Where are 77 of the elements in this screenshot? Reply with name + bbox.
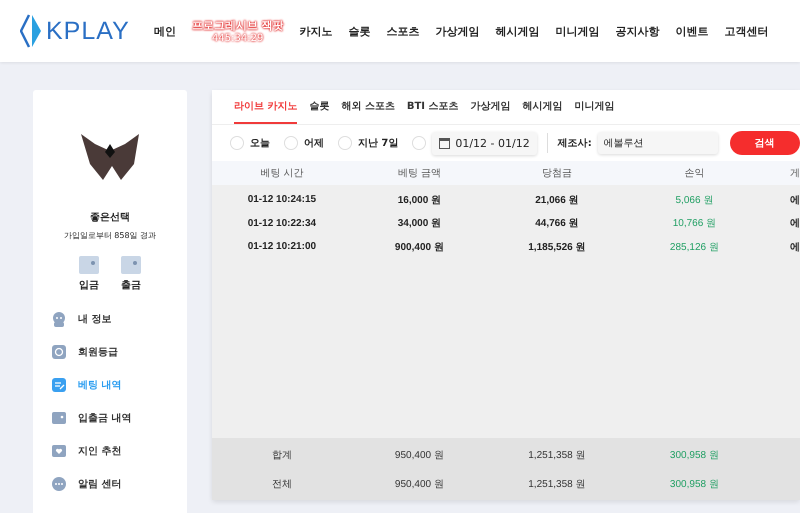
tab[interactable]: 헤시게임 <box>522 90 563 124</box>
calendar-icon <box>439 137 450 149</box>
table-cell-text: 5,066 원 <box>674 194 714 208</box>
total-cell-text: 합계 <box>270 448 293 462</box>
sidebar-item[interactable]: 알림 센터 <box>78 477 122 491</box>
nav-link[interactable]: 미니게임 <box>548 24 608 38</box>
tab[interactable]: 가상게임 <box>470 90 511 124</box>
table-cell-text: 34,000 원 <box>396 217 442 232</box>
column-header: 게 <box>762 161 800 185</box>
nav-link[interactable]: 스포츠 <box>378 24 428 38</box>
username: 좋은선택 <box>90 211 130 224</box>
radio-label: 지난 7일 <box>358 137 398 150</box>
radio-button[interactable] <box>338 136 352 150</box>
column-header: 베팅 금액 <box>352 161 487 185</box>
table-cell-text: 16,000 원 <box>396 194 442 208</box>
note-icon <box>50 376 68 394</box>
table-cell-text: 01-12 10:24:15 <box>246 193 318 208</box>
nav-link[interactable]: 슬롯 <box>340 24 379 38</box>
column-header: 베팅 시간 <box>212 161 352 185</box>
total-cell-text: 950,400 원 <box>394 478 445 492</box>
tab[interactable]: 미니게임 <box>574 90 615 124</box>
maker-label: 제조사: <box>558 137 592 150</box>
sidebar-item[interactable]: 회원등급 <box>78 345 118 359</box>
nav-link[interactable]: 공지사항 <box>608 24 668 38</box>
user-icon <box>50 310 68 328</box>
radio-label: 오늘 <box>250 137 270 150</box>
wallet-button[interactable]: 출금 <box>120 255 142 292</box>
total-cell-text: 300,958 원 <box>668 448 720 462</box>
total-cell-text: 950,400 원 <box>394 448 445 462</box>
column-header: 손익 <box>626 161 762 185</box>
search-button[interactable]: 검색 <box>730 131 800 155</box>
total-cell-text: 전체 <box>270 478 293 492</box>
radio-button[interactable] <box>412 136 426 150</box>
tab[interactable]: 라이브 카지노 <box>234 90 298 124</box>
member-days: 가입일로부터 858일 경과 <box>64 230 156 241</box>
nav-link[interactable]: 이벤트 <box>668 24 717 38</box>
radio-button[interactable] <box>284 136 298 150</box>
radio-button[interactable] <box>230 136 244 150</box>
total-cell-text: 1,251,358 원 <box>527 478 587 492</box>
nav-link[interactable]: 고객센터 <box>716 24 777 38</box>
table-cell-text: 21,066 원 <box>534 194 580 208</box>
chat-icon <box>50 475 68 493</box>
column-header: 당첨금 <box>486 161 627 185</box>
wallet-button[interactable]: 입금 <box>78 255 100 292</box>
sidebar-item[interactable]: 내 정보 <box>78 312 112 326</box>
sidebar-item[interactable]: 지인 추천 <box>78 444 122 458</box>
jackpot-counter: 445:34:29 <box>212 33 264 44</box>
table-cell-text: 에 <box>789 217 800 232</box>
nav-link[interactable]: 카지노 <box>292 24 341 38</box>
table-cell-text: 에 <box>789 240 800 255</box>
nav-link[interactable]: 가상게임 <box>428 24 488 38</box>
table-cell-text: 01-12 10:21:00 <box>246 240 318 254</box>
logo-icon <box>20 13 42 49</box>
maker-field[interactable]: 에볼루션 <box>598 132 718 154</box>
table-cell-text: 1,185,526 원 <box>527 240 587 255</box>
tab[interactable]: BTI 스포츠 <box>406 90 459 124</box>
wallet-icon <box>78 255 100 275</box>
tab[interactable]: 해외 스포츠 <box>341 90 395 124</box>
table-cell-text: 285,126 원 <box>668 240 720 255</box>
date-range-button[interactable]: 01/12 - 01/12 <box>432 132 537 154</box>
sidebar-item[interactable]: 입출금 내역 <box>78 411 132 425</box>
nav-link[interactable]: 메인 <box>146 24 184 38</box>
nav-link[interactable]: 헤시게임 <box>488 24 548 38</box>
total-cell-text: 1,251,358 원 <box>527 448 587 462</box>
wallet-icon <box>50 409 68 427</box>
brand-name[interactable]: KPLAY <box>46 16 130 46</box>
table-cell-text: 01-12 10:22:34 <box>246 216 318 231</box>
radio-label: 어제 <box>304 137 324 150</box>
table-cell-text: 900,400 원 <box>394 240 445 255</box>
table-cell-text: 44,766 원 <box>534 217 580 232</box>
tab[interactable]: 슬롯 <box>309 90 330 124</box>
table-cell-text: 에 <box>789 194 800 208</box>
total-cell-text: 300,958 원 <box>668 478 720 492</box>
badge-icon <box>50 343 68 361</box>
table-cell-text: 10,766 원 <box>672 217 718 232</box>
wallet-icon <box>120 255 142 275</box>
jackpot-link[interactable]: 프로그레시브 잭팟 <box>192 18 284 33</box>
